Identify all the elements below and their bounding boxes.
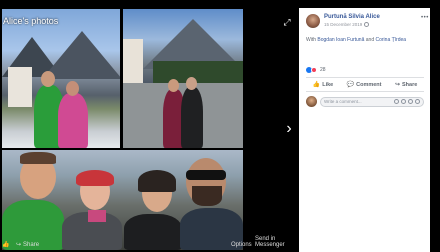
tagged-people-line: With Bogdan Ioan Furtună and Corina Țîrd… (306, 37, 406, 43)
with-prefix: With (306, 37, 316, 43)
mountain-shape (42, 31, 120, 79)
author-meta: Purtună Silvia Alice 15 December 2019 (324, 14, 380, 28)
divider (306, 91, 424, 92)
thumbs-up-icon: 👍 (312, 82, 321, 88)
tagged-person-link[interactable]: Corina Țîrdea (376, 37, 407, 43)
post-date-row: 15 December 2019 (324, 21, 380, 28)
comment-label: Comment (356, 81, 382, 88)
person-black-coat (181, 87, 203, 148)
post-header: Purtună Silvia Alice 15 December 2019 (306, 14, 380, 28)
person-head (66, 81, 79, 96)
reactions-summary[interactable]: 28 (306, 67, 326, 73)
viewer-like-button[interactable]: 👍 (2, 241, 9, 248)
divider (306, 77, 424, 78)
viewer-options-label: Options (231, 242, 252, 248)
like-label: Like (322, 81, 334, 88)
post-actions: 👍 Like 💬 Comment ↪ Share (306, 79, 424, 90)
globe-icon (364, 22, 370, 27)
viewer-options-button[interactable]: Options (231, 242, 252, 248)
expand-icon[interactable]: ⤢ (282, 17, 292, 27)
building-shape (123, 39, 143, 89)
next-photo-arrow-icon[interactable]: › (283, 120, 295, 138)
sunglasses-shape (186, 170, 226, 180)
photo-couple-mountains[interactable] (2, 9, 120, 148)
reaction-count: 28 (320, 67, 326, 73)
like-button[interactable]: 👍 Like (312, 81, 334, 89)
building-shape (8, 67, 32, 107)
thumbs-up-icon: 👍 (2, 242, 10, 248)
author-avatar[interactable] (306, 14, 320, 28)
person-head (186, 77, 197, 90)
comment-input-icons (394, 99, 420, 104)
author-name[interactable]: Purtună Silvia Alice (324, 14, 380, 21)
share-label: Share (401, 81, 418, 88)
photo-viewer: Alice's photos ⤢ › 👍 ↪ Share Options Sen… (0, 0, 298, 252)
sticker-icon[interactable] (415, 99, 420, 104)
person-head (168, 79, 179, 92)
share-arrow-icon: ↪ (394, 82, 400, 88)
red-hat-shape (76, 170, 114, 186)
comment-bubble-icon: 💬 (346, 82, 355, 88)
person-head (41, 71, 55, 87)
viewer-messenger-button[interactable]: Send in Messenger (255, 236, 298, 248)
photo-group-selfie[interactable] (2, 150, 243, 250)
comment-button[interactable]: 💬 Comment (346, 81, 382, 89)
post-side-panel: Purtună Silvia Alice 15 December 2019 ••… (299, 8, 430, 252)
post-date[interactable]: 15 December 2019 (324, 21, 362, 28)
tagged-person-link[interactable]: Bogdan Ioan Furtună (317, 37, 364, 43)
comment-input[interactable]: Write a comment... (320, 96, 424, 107)
comment-placeholder: Write a comment... (324, 99, 362, 104)
beard-shape (192, 186, 222, 206)
viewer-share-label: Share (23, 241, 40, 248)
share-arrow-icon: ↪ (16, 242, 22, 248)
album-title[interactable]: Alice's photos (3, 16, 58, 26)
gif-icon[interactable] (408, 99, 413, 104)
trees-shape (153, 61, 243, 85)
comment-composer: Write a comment... (306, 96, 424, 107)
viewer-share-button[interactable]: ↪ Share (16, 241, 40, 249)
camera-icon[interactable] (401, 99, 406, 104)
share-button[interactable]: ↪ Share (394, 81, 418, 89)
hair-shape (138, 170, 176, 192)
love-reaction-icon (311, 67, 317, 73)
current-user-avatar (306, 96, 317, 107)
more-options-icon[interactable]: ••• (421, 15, 429, 21)
photo-two-people-mountains[interactable] (123, 9, 243, 148)
viewer-bottom-bar: 👍 ↪ Share Options Send in Messenger (0, 236, 298, 252)
emoji-icon[interactable] (394, 99, 399, 104)
pink-scarf-shape (88, 210, 106, 222)
viewer-messenger-label: Send in Messenger (255, 236, 285, 248)
hair-shape (20, 152, 56, 164)
person-pink-jacket (58, 93, 88, 148)
with-and: and (365, 37, 375, 43)
